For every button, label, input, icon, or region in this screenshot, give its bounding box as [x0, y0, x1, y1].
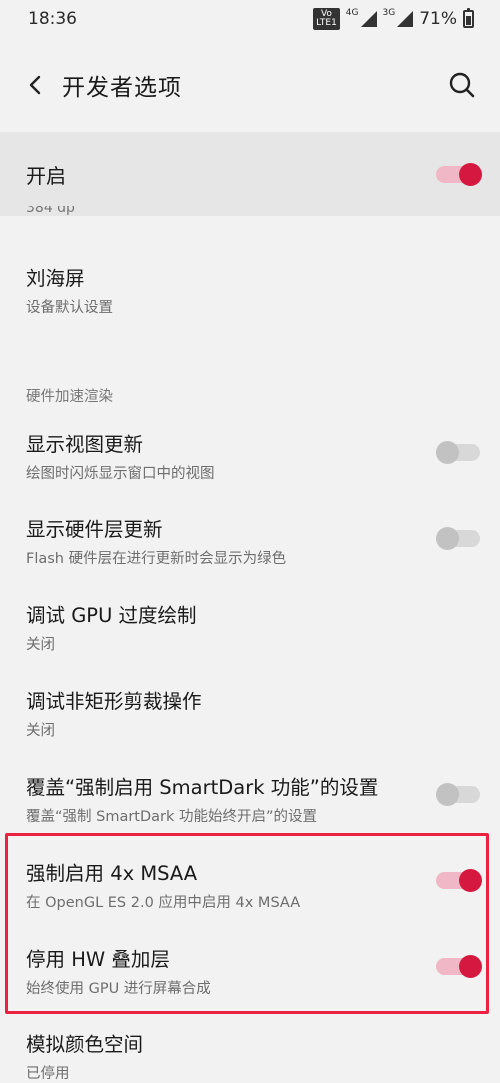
- network-3g-label: 3G: [382, 8, 396, 18]
- toggle-knob: [436, 783, 459, 806]
- setting-title: 显示视图更新: [26, 433, 144, 456]
- status-time: 18:36: [28, 9, 77, 29]
- setting-item-show-view-updates[interactable]: 显示视图更新 绘图时闪烁显示窗口中的视图: [26, 428, 486, 483]
- setting-title: 刘海屏: [26, 267, 85, 290]
- setting-title: 覆盖“强制启用 SmartDark 功能”的设置: [26, 776, 379, 799]
- volte-icon: Vo LTE1: [313, 8, 340, 30]
- setting-item-notch[interactable]: 刘海屏 设备默认设置: [26, 262, 486, 317]
- setting-subtitle: 已停用: [26, 1066, 70, 1082]
- setting-title: 调试非矩形剪裁操作: [26, 690, 202, 713]
- setting-subtitle: 覆盖“强制 SmartDark 功能始终开启”的设置: [26, 809, 318, 825]
- network-4g-label: 4G: [345, 8, 359, 18]
- search-icon[interactable]: [448, 71, 476, 99]
- setting-subtitle: Flash 硬件层在进行更新时会显示为绿色: [26, 551, 287, 567]
- section-header: 硬件加速渲染: [26, 389, 113, 405]
- setting-item-debug-non-rect-clip[interactable]: 调试非矩形剪裁操作 关闭: [26, 685, 486, 740]
- setting-title: 模拟颜色空间: [26, 1033, 144, 1056]
- status-icons: Vo LTE1 4G 3G 71%: [313, 8, 474, 30]
- status-bar: 18:36 Vo LTE1 4G 3G 71%: [0, 0, 500, 38]
- master-switch-label: 开启: [26, 163, 66, 188]
- toggle-show-view-updates[interactable]: [436, 439, 482, 465]
- back-arrow-icon[interactable]: [24, 73, 48, 97]
- battery-percent: 71%: [419, 9, 457, 29]
- setting-subtitle: 关闭: [26, 723, 55, 739]
- setting-title: 调试 GPU 过度绘制: [26, 604, 197, 627]
- clipped-previous-value: 384 dp: [26, 206, 75, 220]
- setting-subtitle: 设备默认设置: [26, 300, 113, 316]
- master-switch-row[interactable]: 开启: [0, 132, 500, 216]
- page-title: 开发者选项: [62, 75, 182, 101]
- signal-icon-2: [397, 11, 414, 27]
- toggle-knob: [436, 441, 459, 464]
- app-bar: 开发者选项: [0, 38, 500, 132]
- toggle-show-hw-layer-updates[interactable]: [436, 525, 482, 551]
- setting-subtitle: 绘图时闪烁显示窗口中的视图: [26, 466, 215, 482]
- toggle-knob: [459, 163, 482, 186]
- setting-title: 显示硬件层更新: [26, 518, 163, 541]
- toggle-override-smartdark[interactable]: [436, 781, 482, 807]
- clipped-text: 384 dp: [26, 206, 75, 216]
- master-switch-toggle[interactable]: [436, 161, 482, 187]
- highlight-box: [5, 833, 489, 1014]
- setting-item-override-smartdark[interactable]: 覆盖“强制启用 SmartDark 功能”的设置 覆盖“强制 SmartDark…: [26, 771, 486, 826]
- setting-item-show-hw-layer-updates[interactable]: 显示硬件层更新 Flash 硬件层在进行更新时会显示为绿色: [26, 513, 486, 568]
- signal-icon: [360, 11, 377, 27]
- setting-subtitle: 关闭: [26, 637, 55, 653]
- battery-icon: [463, 8, 474, 28]
- setting-item-debug-gpu-overdraw[interactable]: 调试 GPU 过度绘制 关闭: [26, 599, 486, 654]
- setting-item-simulate-color-space[interactable]: 模拟颜色空间 已停用: [26, 1028, 486, 1083]
- toggle-knob: [436, 527, 459, 550]
- volte-bottom-text: LTE1: [316, 18, 337, 28]
